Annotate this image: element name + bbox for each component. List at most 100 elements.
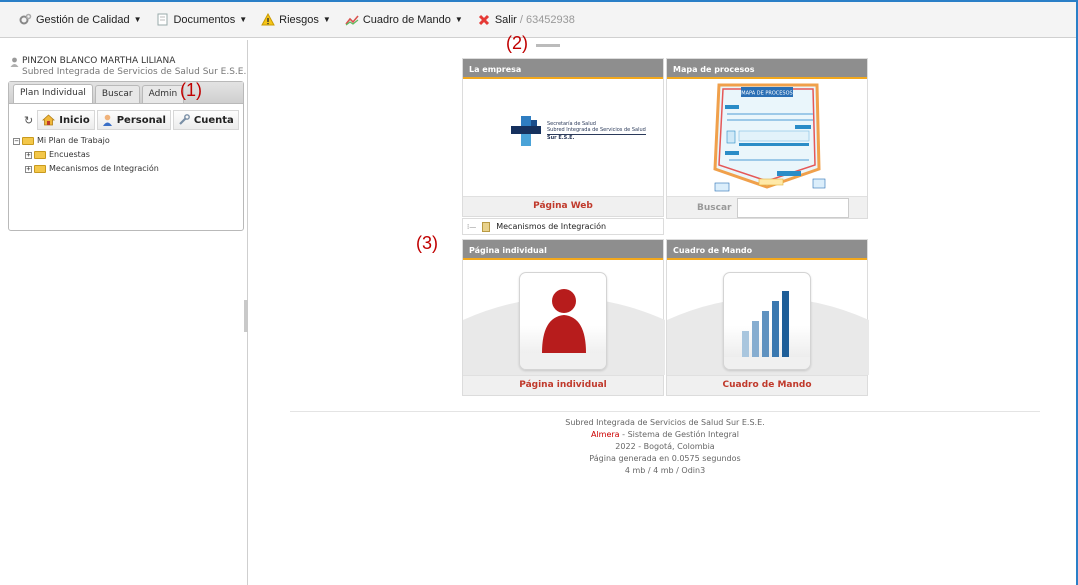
person-large-icon (519, 272, 607, 370)
footer-system-rest: - Sistema de Gestión Integral (619, 430, 740, 439)
user-name: PINZON BLANCO MARTHA LILIANA (10, 56, 246, 67)
page-footer: Subred Integrada de Servicios de Salud S… (290, 417, 1040, 477)
warning-icon (261, 13, 276, 27)
logo-line-2: Subred Integrada de Servicios de Salud (547, 127, 646, 133)
menu-cuadro-mando[interactable]: Cuadro de Mando ▼ (345, 13, 463, 27)
plan-tree: − Mi Plan de Trabajo + Encuestas + Mecan… (13, 134, 243, 176)
wrench-icon (178, 114, 190, 126)
card-cuadro-mando: Cuadro de Mando Cuadro de Mando (666, 239, 869, 396)
cuenta-button[interactable]: Cuenta (172, 110, 239, 130)
gears-icon (18, 13, 32, 27)
tree-root-label: Mi Plan de Trabajo (37, 136, 110, 145)
company-logo-area[interactable]: Secretaría de Salud Subred Integrada de … (463, 79, 663, 196)
cuadro-mando-link[interactable]: Cuadro de Mando (667, 375, 867, 395)
subtree-mecanismos[interactable]: ⁞— Mecanismos de Integración (462, 218, 664, 235)
chevron-down-icon: ▼ (322, 15, 331, 24)
pagina-web-link[interactable]: Página Web (463, 196, 663, 216)
card-cuadro-mando-title: Cuadro de Mando (667, 240, 867, 260)
top-menu-bar: Gestión de Calidad ▼ Documentos ▼ Riesgo… (0, 2, 1076, 38)
user-id-text: / 63452938 (519, 13, 575, 26)
refresh-icon[interactable]: ↻ (24, 114, 33, 127)
expand-icon[interactable]: + (25, 165, 32, 173)
footer-divider (290, 411, 1040, 412)
user-info: PINZON BLANCO MARTHA LILIANA Subred Inte… (10, 56, 246, 78)
cuadro-mando-icon-area[interactable] (667, 260, 869, 375)
card-mapa-procesos-title: Mapa de procesos (667, 59, 867, 79)
logo-text: Secretaría de Salud Subred Integrada de … (547, 121, 646, 141)
tree-node-mecanismos[interactable]: + Mecanismos de Integración (13, 162, 243, 176)
menu-documentos[interactable]: Documentos ▼ (155, 13, 247, 27)
home-icon (42, 114, 56, 126)
folder-icon (34, 165, 46, 173)
search-input[interactable] (737, 197, 850, 218)
personal-label: Personal (116, 114, 166, 126)
annotation-3: (3) (416, 233, 438, 253)
person-icon (102, 114, 113, 126)
tab-strip: Plan Individual Buscar Admin (9, 82, 243, 104)
personal-button[interactable]: Personal (96, 110, 171, 130)
menu-salir[interactable]: Salir / 63452938 (477, 13, 575, 27)
footer-brand[interactable]: Almera (591, 430, 620, 439)
menu-cuadro-mando-label: Cuadro de Mando (362, 13, 451, 26)
menu-riesgos[interactable]: Riesgos ▼ (261, 13, 331, 27)
menu-riesgos-label: Riesgos (279, 13, 319, 26)
collapse-icon[interactable]: − (13, 137, 20, 145)
card-pagina-individual-title: Página individual (463, 240, 663, 260)
menu-gestion-calidad-label: Gestión de Calidad (36, 13, 130, 26)
user-name-text: PINZON BLANCO MARTHA LILIANA (22, 56, 176, 66)
card-mapa-procesos: Mapa de procesos MAPA DE PROCESOS Buscar (666, 58, 868, 219)
subtree-mecanismos-label: Mecanismos de Integración (496, 222, 607, 231)
document-icon (155, 13, 169, 27)
panel-splitter[interactable] (244, 300, 248, 332)
trend-icon (345, 13, 359, 27)
left-panel: PINZON BLANCO MARTHA LILIANA Subred Inte… (0, 40, 248, 585)
company-logo: Secretaría de Salud Subred Integrada de … (511, 116, 646, 146)
user-org: Subred Integrada de Servicios de Salud S… (22, 67, 247, 77)
folder-open-icon (22, 137, 34, 145)
tree-node-root[interactable]: − Mi Plan de Trabajo (13, 134, 243, 148)
logo-line-3: Sur E.S.E. (547, 135, 575, 141)
pagina-individual-link[interactable]: Página individual (463, 375, 663, 395)
cuenta-label: Cuenta (193, 114, 234, 126)
card-la-empresa: La empresa Secretaría de Salud Subred In… (462, 58, 664, 217)
inicio-label: Inicio (59, 114, 90, 126)
process-map-image: MAPA DE PROCESOS (713, 83, 826, 192)
search-label: Buscar (697, 202, 732, 213)
footer-system: Almera - Sistema de Gestión Integral (290, 429, 1040, 441)
process-map-title: MAPA DE PROCESOS (741, 91, 792, 97)
search-bar: Buscar (667, 196, 867, 218)
tab-admin[interactable]: Admin (141, 85, 185, 103)
tree-connector: ⁞— (467, 222, 477, 231)
bar-chart-icon (723, 272, 811, 370)
footer-memory: 4 mb / 4 mb / Odin3 (624, 466, 706, 475)
tree-node-encuestas[interactable]: + Encuestas (13, 148, 243, 162)
folder-icon (34, 151, 46, 159)
process-map-area[interactable]: MAPA DE PROCESOS (667, 79, 867, 196)
footer-timing: Página generada en 0.0575 segundos (589, 454, 741, 463)
annotation-2: (2) (506, 33, 528, 53)
document-icon (482, 221, 491, 232)
left-tab-container: Plan Individual Buscar Admin ↻ Inicio Pe… (8, 81, 244, 231)
tab-buscar[interactable]: Buscar (94, 85, 140, 103)
footer-year: 2022 - Bogotá, Colombia (615, 442, 715, 451)
menu-salir-label: Salir (494, 13, 517, 26)
tab-plan-individual[interactable]: Plan Individual (13, 84, 93, 103)
menu-gestion-calidad[interactable]: Gestión de Calidad ▼ (18, 13, 141, 27)
annotation-1: (1) (180, 80, 202, 100)
chevron-down-icon: ▼ (454, 15, 463, 24)
pagina-individual-icon-area[interactable] (463, 260, 665, 375)
tree-encuestas-label: Encuestas (49, 150, 90, 159)
close-icon (477, 13, 491, 27)
scroll-handle[interactable] (536, 44, 560, 47)
tree-mecanismos-label: Mecanismos de Integración (49, 164, 159, 173)
footer-org: Subred Integrada de Servicios de Salud S… (565, 418, 765, 427)
card-pagina-individual: Página individual Página individual (462, 239, 665, 396)
card-la-empresa-title: La empresa (463, 59, 663, 79)
menu-documentos-label: Documentos (173, 13, 236, 26)
chevron-down-icon: ▼ (133, 15, 142, 24)
inicio-button[interactable]: Inicio (37, 110, 95, 130)
user-icon (10, 57, 19, 71)
health-cross-icon (511, 116, 541, 146)
expand-icon[interactable]: + (25, 151, 32, 159)
chevron-down-icon: ▼ (239, 15, 248, 24)
